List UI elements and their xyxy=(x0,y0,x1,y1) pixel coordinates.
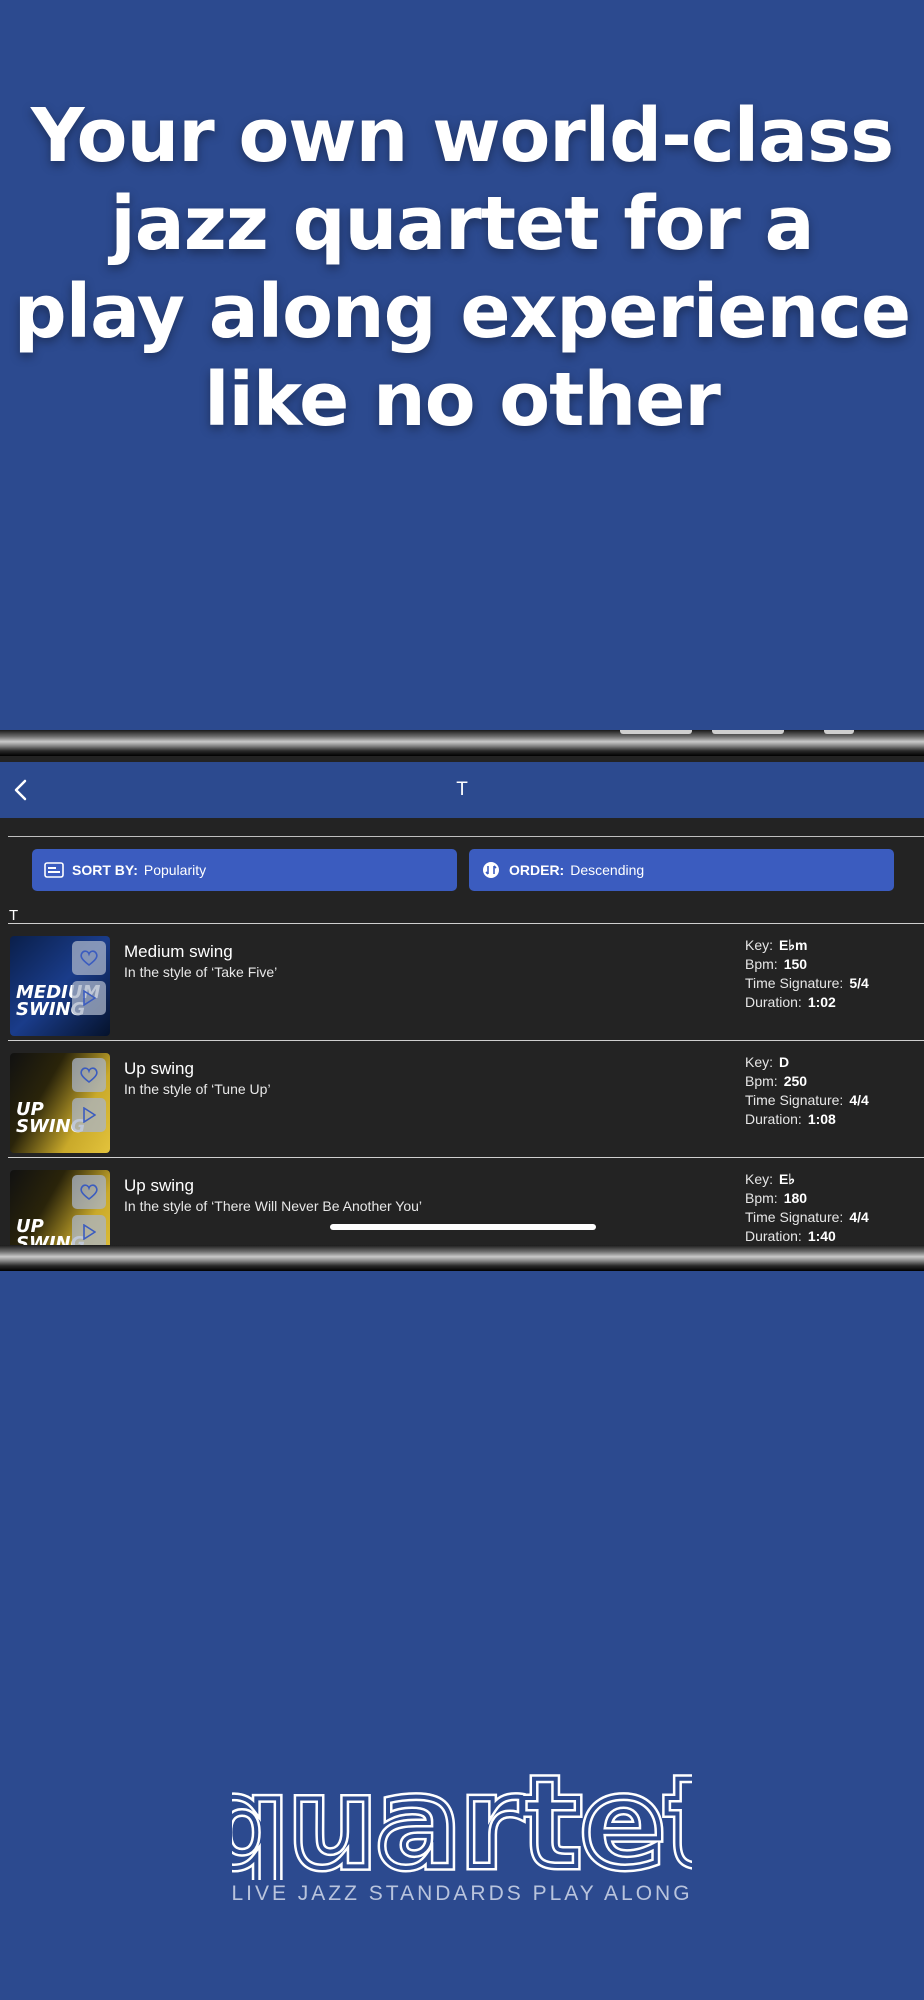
album-art: MEDIUM SWING xyxy=(10,936,110,1036)
bpm-value: 180 xyxy=(783,1190,808,1206)
album-art: UP SWING xyxy=(10,1170,110,1245)
time-signature-label: Time Signature: xyxy=(745,1209,844,1225)
bpm-value: 250 xyxy=(783,1073,808,1089)
order-key: ORDER: xyxy=(509,862,565,878)
quartet-logo: quartet quartet xyxy=(232,1770,692,1880)
track-title: Medium swing xyxy=(124,942,233,961)
section-header: T xyxy=(9,907,19,924)
time-signature-value: 4/4 xyxy=(849,1092,869,1108)
chevron-left-icon[interactable] xyxy=(8,776,32,804)
device-bezel-bottom xyxy=(0,1245,924,1271)
time-signature-label: Time Signature: xyxy=(745,975,844,991)
nav-bar: T xyxy=(0,762,924,818)
track-list: MEDIUM SWING Medium swing In the style o… xyxy=(0,923,924,1245)
heart-icon[interactable] xyxy=(72,1175,106,1209)
key-label: Key: xyxy=(745,1171,774,1187)
bpm-label: Bpm: xyxy=(745,1073,778,1089)
key-label: Key: xyxy=(745,937,774,953)
headline-line-4: like no other xyxy=(204,357,721,443)
heart-icon[interactable] xyxy=(72,1058,106,1092)
list-item[interactable]: UP SWING Up swing In the style of ‘Tune … xyxy=(8,1040,924,1157)
filter-bar: SORT BY: Popularity ORDER: Descending xyxy=(0,837,924,893)
bezel-button xyxy=(712,730,784,734)
bezel-button xyxy=(620,730,692,734)
device-bezel-top xyxy=(0,730,924,756)
bpm-label: Bpm: xyxy=(745,1190,778,1206)
key-value: E♭m xyxy=(779,937,808,953)
sort-by-button[interactable]: SORT BY: Popularity xyxy=(32,849,457,891)
track-title: Up swing xyxy=(124,1176,194,1195)
duration-value: 1:02 xyxy=(807,994,836,1010)
page-title: T xyxy=(456,779,468,800)
duration-label: Duration: xyxy=(745,1228,802,1244)
list-item[interactable]: MEDIUM SWING Medium swing In the style o… xyxy=(8,923,924,1040)
headline-line-2: jazz quartet for a xyxy=(110,181,814,267)
sort-key: SORT BY: xyxy=(72,862,138,878)
headline-line-3: play along experience xyxy=(13,269,911,355)
track-subtitle: In the style of ‘Take Five’ xyxy=(124,964,278,980)
track-meta: Key: E♭m Bpm: 150 Time Signature: 5/4 Durat… xyxy=(745,936,869,1012)
duration-label: Duration: xyxy=(745,994,802,1010)
key-value: D xyxy=(779,1054,790,1070)
duration-label: Duration: xyxy=(745,1111,802,1127)
bpm-label: Bpm: xyxy=(745,956,778,972)
sort-icon xyxy=(44,860,64,880)
home-indicator[interactable] xyxy=(330,1224,596,1230)
play-icon[interactable] xyxy=(72,981,106,1015)
play-icon[interactable] xyxy=(72,1098,106,1132)
app-screen: T SORT BY: Popularity ORDER: Descending … xyxy=(0,756,924,1245)
play-icon[interactable] xyxy=(72,1215,106,1245)
order-icon xyxy=(481,860,501,880)
list-item[interactable]: UP SWING Up swing In the style of ‘There… xyxy=(8,1157,924,1245)
track-title: Up swing xyxy=(124,1059,194,1078)
track-meta: Key: D Bpm: 250 Time Signature: 4/4 Duratio… xyxy=(745,1053,869,1129)
duration-value: 1:40 xyxy=(807,1228,836,1244)
time-signature-label: Time Signature: xyxy=(745,1092,844,1108)
track-subtitle: In the style of ‘Tune Up’ xyxy=(124,1081,271,1097)
key-label: Key: xyxy=(745,1054,774,1070)
tagline: LIVE JAZZ STANDARDS PLAY ALONG xyxy=(231,1882,693,1905)
bpm-value: 150 xyxy=(783,956,808,972)
heart-icon[interactable] xyxy=(72,941,106,975)
duration-value: 1:08 xyxy=(807,1111,836,1127)
track-meta: Key: E♭ Bpm: 180 Time Signature: 4/4 Durati… xyxy=(745,1170,869,1245)
track-subtitle: In the style of ‘There Will Never Be Ano… xyxy=(124,1198,423,1214)
key-value: E♭ xyxy=(779,1171,795,1187)
order-button[interactable]: ORDER: Descending xyxy=(469,849,894,891)
headline-line-1: Your own world-class xyxy=(30,93,894,179)
album-art: UP SWING xyxy=(10,1053,110,1153)
sort-value: Popularity xyxy=(143,862,207,878)
time-signature-value: 4/4 xyxy=(849,1209,869,1225)
headline: Your own world-class jazz quartet for a … xyxy=(0,92,924,444)
order-value: Descending xyxy=(570,862,645,878)
bezel-button xyxy=(824,730,854,734)
logo-wordmark-inner: quartet xyxy=(232,1770,692,1880)
time-signature-value: 5/4 xyxy=(849,975,869,991)
